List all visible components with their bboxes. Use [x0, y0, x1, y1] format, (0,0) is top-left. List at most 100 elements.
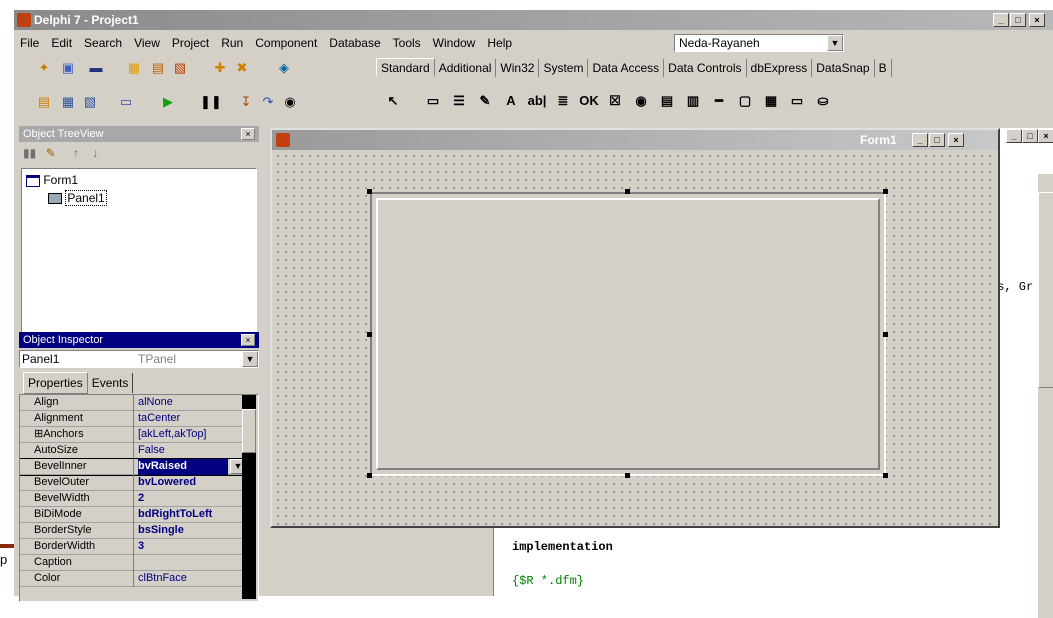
menu-tools[interactable]: Tools [387, 32, 427, 54]
run-icon[interactable]: ▶ [158, 92, 178, 112]
open-project-icon[interactable]: ▤ [148, 58, 168, 78]
menu-database[interactable]: Database [323, 32, 386, 54]
property-row[interactable]: Caption [20, 555, 252, 571]
palette-component-icon[interactable]: ☰ [446, 90, 472, 112]
new-item-icon[interactable]: ▮▮ [23, 146, 36, 160]
palette-component-icon[interactable]: ▦ [758, 90, 784, 112]
property-value[interactable]: bvRaised [138, 459, 228, 475]
form-design-grid[interactable] [274, 152, 996, 526]
scroll-thumb[interactable] [242, 409, 256, 453]
property-scrollbar[interactable] [242, 395, 256, 599]
palette-component-icon[interactable]: ↖ [380, 90, 406, 112]
open-icon[interactable]: ▣ [58, 58, 78, 78]
remove-file-icon[interactable]: ✖ [232, 58, 252, 78]
menu-edit[interactable]: Edit [45, 32, 78, 54]
property-value[interactable]: 2 [138, 491, 248, 507]
minimize-button[interactable]: _ [1006, 129, 1022, 143]
editor-scrollbar[interactable] [1038, 174, 1053, 618]
property-row[interactable]: BorderWidth 3 [20, 539, 252, 555]
property-row[interactable]: BevelOuter bvLowered [20, 475, 252, 491]
close-button[interactable]: × [1029, 13, 1045, 27]
palette-component-icon[interactable]: ab| [524, 90, 550, 112]
palette-component-icon[interactable]: ▢ [732, 90, 758, 112]
property-value[interactable]: taCenter [138, 411, 248, 427]
tab-standard[interactable]: Standard [376, 58, 435, 76]
palette-component-icon[interactable]: ✎ [472, 90, 498, 112]
view-form-icon[interactable]: ▦ [58, 92, 78, 112]
trace-into-icon[interactable]: ↧ [236, 92, 256, 112]
property-row[interactable]: BiDiMode bdRightToLeft [20, 507, 252, 523]
property-value[interactable]: alNone [138, 395, 248, 411]
maximize-button[interactable]: □ [929, 133, 945, 147]
property-row[interactable]: BorderStyle bsSingle [20, 523, 252, 539]
selection-handle[interactable] [367, 332, 372, 337]
tree-item-panel1[interactable]: Panel1 [48, 190, 107, 206]
property-row[interactable]: Align alNone [20, 395, 252, 411]
property-value[interactable]: 3 [138, 539, 248, 555]
menu-file[interactable]: File [14, 32, 45, 54]
palette-component-icon[interactable]: ▭ [420, 90, 446, 112]
close-button[interactable]: × [948, 133, 964, 147]
palette-component-icon[interactable]: ━ [706, 90, 732, 112]
delete-item-icon[interactable]: ✎ [46, 146, 56, 160]
property-row[interactable]: BevelInner bvRaised ▼ [20, 458, 253, 476]
maximize-button[interactable]: □ [1010, 13, 1026, 27]
tab-events[interactable]: Events [88, 373, 134, 393]
property-value[interactable]: bvLowered [138, 475, 248, 491]
property-value[interactable] [138, 555, 248, 571]
tab-additional[interactable]: Additional [435, 59, 497, 77]
selection-handle[interactable] [625, 189, 630, 194]
component-selector[interactable]: Panel1 TPanel ▼ [19, 350, 259, 368]
close-icon[interactable]: × [241, 334, 255, 346]
menu-project[interactable]: Project [166, 32, 215, 54]
property-value[interactable]: bsSingle [138, 523, 248, 539]
menu-run[interactable]: Run [215, 32, 249, 54]
property-row[interactable]: ⊞Anchors [akLeft,akTop] [20, 427, 252, 443]
binoculars-icon[interactable]: ◉ [280, 92, 300, 112]
view-unit-icon[interactable]: ▤ [34, 92, 54, 112]
palette-component-icon[interactable]: ◉ [628, 90, 654, 112]
palette-component-icon[interactable]: ≣ [550, 90, 576, 112]
palette-component-icon[interactable]: ☒ [602, 90, 628, 112]
close-icon[interactable]: × [241, 128, 255, 140]
palette-component-icon[interactable]: ⛀ [810, 90, 836, 112]
selection-handle[interactable] [883, 332, 888, 337]
palette-component-icon[interactable]: A [498, 90, 524, 112]
new-form-icon[interactable]: ▭ [116, 92, 136, 112]
pause-icon[interactable]: ❚❚ [200, 92, 222, 112]
menu-help[interactable]: Help [481, 32, 518, 54]
save-all-icon[interactable]: ▦ [124, 58, 144, 78]
tab-win32[interactable]: Win32 [496, 59, 540, 77]
close-button[interactable]: × [1038, 129, 1053, 143]
tab-data-controls[interactable]: Data Controls [664, 59, 747, 77]
tab-properties[interactable]: Properties [23, 372, 88, 394]
help-icon[interactable]: ◈ [274, 58, 294, 78]
palette-component-icon[interactable]: ▭ [784, 90, 810, 112]
menu-window[interactable]: Window [427, 32, 482, 54]
tab-b[interactable]: B [875, 59, 892, 77]
tree-item-form1[interactable]: Form1 [26, 173, 78, 187]
property-row[interactable]: AutoSize False [20, 443, 252, 459]
arrow-down-icon[interactable]: ↓ [92, 146, 98, 160]
selection-handle[interactable] [367, 473, 372, 478]
selection-handle[interactable] [367, 189, 372, 194]
selection-handle[interactable] [883, 473, 888, 478]
chevron-down-icon[interactable]: ▼ [242, 351, 258, 367]
palette-component-icon[interactable]: OK [576, 90, 602, 112]
property-value[interactable]: bdRightToLeft [138, 507, 248, 523]
save-icon[interactable]: ▬ [86, 58, 106, 78]
minimize-button[interactable]: _ [912, 133, 928, 147]
tab-data-access[interactable]: Data Access [588, 59, 665, 77]
minimize-button[interactable]: _ [993, 13, 1009, 27]
selection-handle[interactable] [625, 473, 630, 478]
add-file-icon[interactable]: ✚ [210, 58, 230, 78]
desktop-layout-combo[interactable]: Neda-Rayaneh ▼ [674, 34, 844, 52]
maximize-button[interactable]: □ [1022, 129, 1038, 143]
arrow-up-icon[interactable]: ↑ [73, 146, 79, 160]
step-over-icon[interactable]: ↷ [258, 92, 278, 112]
palette-component-icon[interactable]: ▥ [680, 90, 706, 112]
toggle-form-unit-icon[interactable]: ▧ [80, 92, 100, 112]
tab-system[interactable]: System [539, 59, 589, 77]
menu-search[interactable]: Search [78, 32, 128, 54]
property-row[interactable]: Alignment taCenter [20, 411, 252, 427]
